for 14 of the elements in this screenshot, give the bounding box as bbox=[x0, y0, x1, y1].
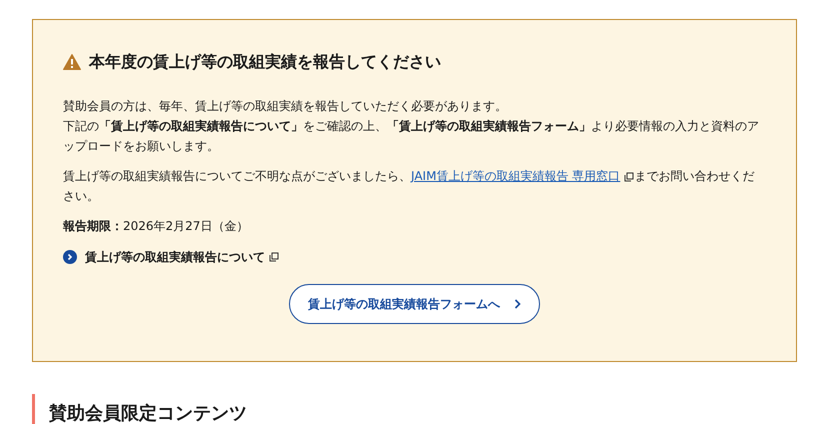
external-link-icon bbox=[624, 172, 634, 182]
inquiry-text: 賃上げ等の取組実績報告についてご不明な点がございましたら、JAIM賃上げ等の取組実績報告 専用窓口 までお問い合わせください。 bbox=[63, 168, 756, 205]
notice-title: 本年度の賃上げ等の取組実績を報告してください bbox=[89, 51, 441, 73]
deadline-text: 報告期限：2026年2月27日（金） bbox=[63, 218, 250, 235]
intro-text: 賛助会員の方は、毎年、賃上げ等の取組実績を報告していただく必要があります。 下記の「賃上げ等の取組実績報告について」をご確認の上、「賃上げ等の取組実績報告フォーム」より必要情報の入力と資料のアップロードをお願いします。 bbox=[63, 98, 760, 155]
chevron-circle-icon bbox=[63, 250, 77, 264]
contact-link[interactable]: JAIM賃上げ等の取組実績報告 専用窓口 bbox=[411, 169, 620, 183]
form-button[interactable]: 賃上げ等の取組実績報告フォームへ bbox=[289, 284, 540, 324]
about-link[interactable]: 賃上げ等の取組実績報告について bbox=[85, 248, 265, 266]
warning-icon bbox=[63, 54, 81, 70]
section-heading: 賛助会員限定コンテンツ bbox=[49, 402, 247, 424]
chevron-right-icon bbox=[514, 299, 521, 309]
external-link-icon bbox=[269, 252, 279, 262]
heading-accent-bar bbox=[32, 394, 35, 424]
